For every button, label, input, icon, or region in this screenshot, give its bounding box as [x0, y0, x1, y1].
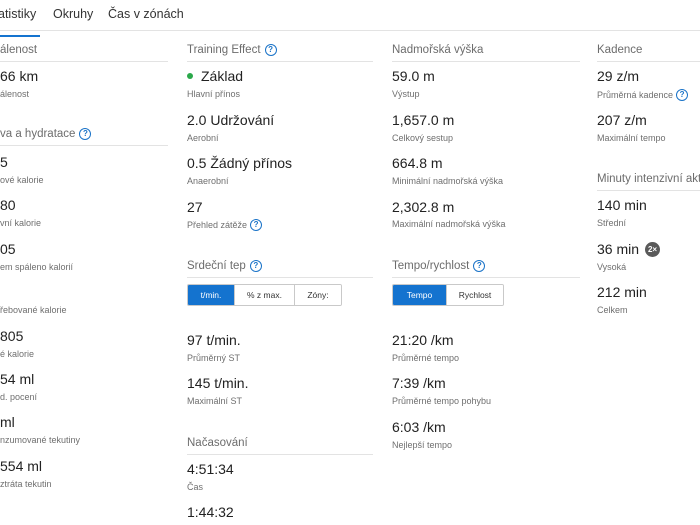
section-title-nutrition: va a hydratace ? — [0, 128, 92, 140]
hr-unit-toggle: t/min. % z max. Zóny: — [187, 284, 342, 306]
divider — [597, 61, 700, 62]
max-elevation-label: Maximální nadmořská výška — [392, 219, 506, 229]
section-title-pace-speed: Tempo/rychlost ? — [392, 260, 486, 272]
avg-pace-label: Průměrné tempo — [392, 353, 460, 363]
max-elevation-value: 2,302.8 m — [392, 199, 455, 215]
min-elevation-value: 664.8 m — [392, 155, 443, 171]
ascent-label: Výstup — [392, 89, 420, 99]
section-title-cadence: Kadence — [597, 44, 643, 56]
tab-laps[interactable]: Okruhy — [53, 7, 93, 21]
vigorous-minutes-label: Vysoká — [597, 262, 627, 272]
aerobic-value: 2.0 Udržování — [187, 112, 275, 128]
divider — [597, 190, 700, 191]
help-icon[interactable]: ? — [264, 44, 277, 56]
hr-toggle-zones[interactable]: Zóny: — [295, 285, 341, 305]
section-title-elevation: Nadmořská výška — [392, 44, 484, 56]
tab-statistics[interactable]: atistiky — [0, 7, 40, 37]
avg-cadence-label: Průměrná kadence ? — [597, 89, 689, 101]
status-dot-icon — [187, 73, 193, 79]
moderate-minutes-label: Střední — [597, 218, 627, 228]
section-title-intensity-minutes: Minuty intenzivní akti — [597, 173, 700, 185]
moving-time-value: 1:44:32 — [187, 504, 234, 520]
pace-speed-toggle: Tempo Rychlost — [392, 284, 504, 306]
descent-value: 1,657.0 m — [392, 112, 455, 128]
primary-benefit-label: Hlavní přínos — [187, 89, 241, 99]
total-minutes-label: Celkem — [597, 305, 628, 315]
calories-label: é kalorie — [0, 349, 35, 359]
total-minutes-value: 212 min — [597, 284, 647, 300]
divider — [0, 61, 168, 62]
tab-bar: atistiky Okruhy Čas v zónách — [0, 0, 700, 37]
hr-toggle-percent-max[interactable]: % z max. — [235, 285, 295, 305]
pace-toggle-speed[interactable]: Rychlost — [447, 285, 503, 305]
avg-moving-pace-label: Průměrné tempo pohybu — [392, 396, 492, 406]
sweat-label: d. pocení — [0, 392, 38, 402]
calories-value: 80 — [0, 197, 16, 213]
calories-value: 805 — [0, 328, 24, 344]
avg-pace-value: 21:20 /km — [392, 332, 454, 348]
tab-time-in-zones[interactable]: Čas v zónách — [108, 7, 184, 21]
best-pace-value: 6:03 /km — [392, 419, 446, 435]
distance-value: 66 km — [0, 68, 39, 84]
multiplier-badge: 2× — [645, 241, 661, 257]
max-hr-value: 145 t/min. — [187, 375, 249, 391]
fluid-loss-label: ztráta tekutin — [0, 479, 52, 489]
load-label: Přehled zátěže ? — [187, 219, 263, 231]
calories-value: 5 — [0, 154, 8, 170]
avg-cadence-value: 29 z/m — [597, 68, 640, 84]
calories-label: vní kalorie — [0, 218, 42, 228]
calories-label: ové kalorie — [0, 175, 44, 185]
help-icon[interactable]: ? — [249, 260, 262, 272]
fluid-label: nzumované tekutiny — [0, 435, 81, 445]
anaerobic-label: Anaerobní — [187, 176, 229, 186]
section-title-timing: Načasování — [187, 437, 248, 449]
time-value: 4:51:34 — [187, 461, 234, 477]
ascent-value: 59.0 m — [392, 68, 435, 84]
fluid-loss-value: 554 ml — [0, 458, 43, 474]
help-icon[interactable]: ? — [250, 219, 263, 231]
calories-label: em spáleno kalorií — [0, 262, 74, 272]
anaerobic-value: 0.5 Žádný přínos — [187, 155, 293, 171]
max-hr-label: Maximální ST — [187, 396, 243, 406]
min-elevation-label: Minimální nadmořská výška — [392, 176, 504, 186]
hr-toggle-bpm[interactable]: t/min. — [188, 285, 235, 305]
max-cadence-value: 207 z/m — [597, 112, 647, 128]
divider — [187, 61, 373, 62]
aerobic-label: Aerobní — [187, 133, 219, 143]
calories-label: řebované kalorie — [0, 305, 67, 315]
divider — [187, 454, 373, 455]
divider — [187, 277, 373, 278]
avg-hr-label: Průměrný ST — [187, 353, 241, 363]
best-pace-label: Nejlepší tempo — [392, 440, 453, 450]
avg-hr-value: 97 t/min. — [187, 332, 241, 348]
section-title-training-effect: Training Effect ? — [187, 44, 277, 56]
descent-label: Celkový sestup — [392, 133, 454, 143]
max-cadence-label: Maximální tempo — [597, 133, 666, 143]
divider — [392, 61, 580, 62]
sweat-value: 54 ml — [0, 371, 35, 387]
avg-moving-pace-value: 7:39 /km — [392, 375, 446, 391]
divider — [392, 277, 580, 278]
pace-toggle-pace[interactable]: Tempo — [393, 285, 447, 305]
primary-benefit-value: Základ — [187, 68, 243, 84]
time-label: Čas — [187, 482, 204, 492]
distance-label: álenost — [0, 89, 30, 99]
help-icon[interactable]: ? — [676, 89, 689, 101]
vigorous-minutes-value: 36 min 2× — [597, 241, 661, 257]
load-value: 27 — [187, 199, 203, 215]
divider — [0, 145, 168, 146]
section-title-heart-rate: Srdeční tep ? — [187, 260, 262, 272]
help-icon[interactable]: ? — [79, 128, 92, 140]
active-tab-indicator — [0, 35, 40, 37]
calories-value: 05 — [0, 241, 16, 257]
moderate-minutes-value: 140 min — [597, 197, 647, 213]
help-icon[interactable]: ? — [473, 260, 486, 272]
section-title-distance: álenost — [0, 44, 38, 56]
fluid-value: ml — [0, 414, 15, 430]
